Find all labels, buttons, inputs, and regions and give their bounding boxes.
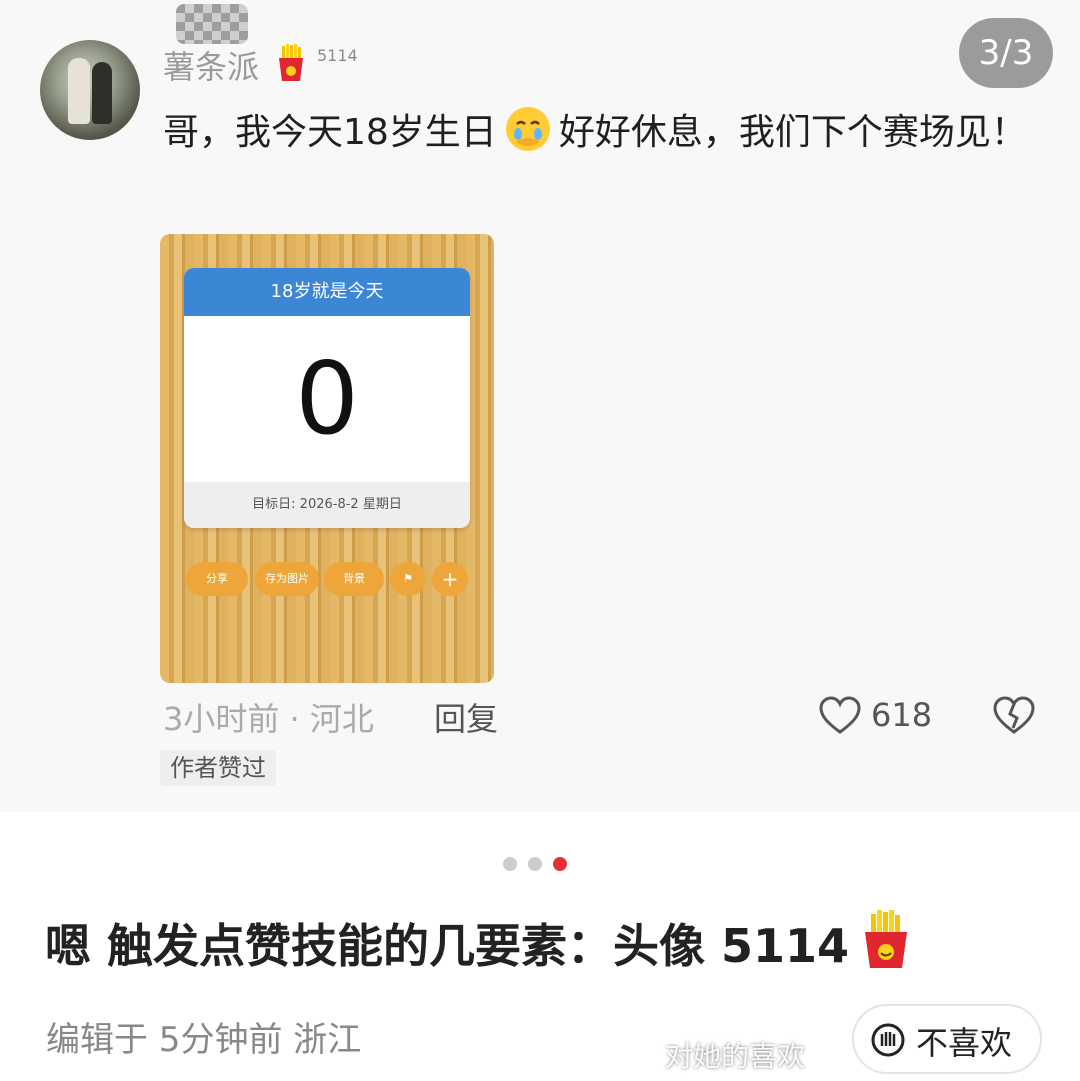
avatar[interactable]	[40, 40, 140, 140]
user-level: 5114	[317, 46, 358, 65]
comment-screenshot: 薯条派 5114 3/3 哥，我今天18岁生日 好好休息，我们下个赛场见！ 18…	[0, 0, 1080, 812]
countdown-number: 0	[295, 340, 359, 457]
image-background-button: 背景	[324, 562, 384, 596]
carousel-dot[interactable]	[503, 857, 517, 871]
image-save-button: 存为图片	[255, 562, 319, 596]
flag-icon: ⚑	[390, 562, 426, 596]
username[interactable]: 薯条派	[163, 42, 259, 88]
countdown-target-date: 目标日: 2026-8-2 星期日	[184, 482, 470, 528]
carousel-dot[interactable]	[553, 857, 567, 871]
image-share-button: 分享	[186, 562, 248, 596]
countdown-card: 18岁就是今天 0 目标日: 2026-8-2 星期日	[184, 268, 470, 528]
page-indicator: 3/3	[959, 18, 1053, 88]
comment-text: 哥，我今天18岁生日 好好休息，我们下个赛场见！	[163, 104, 1043, 160]
comment-time-location: 3小时前 · 河北	[163, 700, 374, 738]
countdown-image[interactable]: 18岁就是今天 0 目标日: 2026-8-2 星期日 分享 存为图片 背景 ⚑…	[160, 234, 494, 683]
mosaic-blur	[176, 4, 248, 44]
watermark: 对她的喜欢	[665, 1040, 806, 1073]
fries-icon	[279, 44, 303, 81]
edited-info: 编辑于 5分钟前 浙江	[46, 1020, 362, 1060]
avatar-figure	[68, 58, 90, 124]
broken-heart-icon[interactable]	[992, 694, 1036, 738]
countdown-header: 18岁就是今天	[184, 268, 470, 316]
post-title-text: 嗯 触发点赞技能的几要素：头像 5114	[45, 919, 850, 973]
image-add-button: +	[432, 562, 468, 596]
comment-text-part: 哥，我今天18岁生日	[163, 112, 497, 153]
like-count: 618	[871, 696, 933, 734]
comment-text-part: 好好休息，我们下个赛场见！	[558, 112, 1027, 153]
dislike-icon	[871, 1023, 905, 1057]
carousel-dot[interactable]	[528, 857, 542, 871]
dislike-button[interactable]: 不喜欢	[852, 1004, 1042, 1074]
crying-face-icon	[505, 107, 550, 151]
reply-button[interactable]: 回复	[434, 694, 498, 740]
avatar-figure	[92, 62, 112, 124]
author-liked-badge: 作者赞过	[160, 750, 276, 786]
post-title: 嗯 触发点赞技能的几要素：头像 5114	[45, 910, 913, 976]
fries-icon	[865, 910, 908, 968]
heart-outline-icon[interactable]	[818, 694, 862, 738]
dislike-label: 不喜欢	[916, 1024, 1013, 1062]
